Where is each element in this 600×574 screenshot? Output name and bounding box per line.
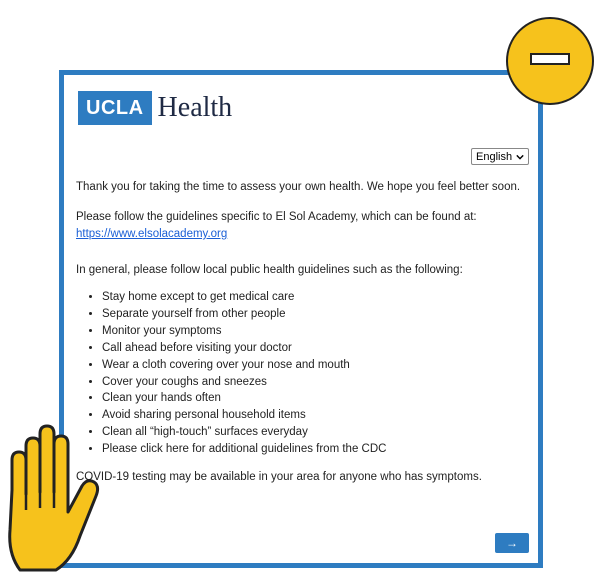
list-item: Call ahead before visiting your doctor [102,340,386,357]
list-item: Wear a cloth covering over your nose and… [102,357,386,374]
guidelines-paragraph: Please follow the guidelines specific to… [76,209,477,243]
raised-hand-icon [8,424,100,572]
language-select-value: English [476,150,513,163]
guidelines-text: Please follow the guidelines specific to… [76,211,477,223]
minus-circle-icon[interactable] [506,17,594,105]
next-button[interactable]: → [495,533,529,553]
list-item: Cover your coughs and sneezes [102,374,386,391]
logo-word: Health [157,92,233,123]
form-panel: UCLA Health English Thank you for taking… [59,70,543,568]
guidelines-link[interactable]: https://www.elsolacademy.org [76,228,227,240]
list-item: Monitor your symptoms [102,323,386,340]
list-item: Stay home except to get medical care [102,289,386,306]
language-select[interactable]: English [471,148,529,165]
list-item: Clean all “high-touch” surfaces everyday [102,424,386,441]
minus-bar [530,53,570,65]
list-item: Clean your hands often [102,390,386,407]
guidelines-list: Stay home except to get medical care Sep… [76,289,386,458]
list-item: Separate yourself from other people [102,306,386,323]
list-item-cdc-link[interactable]: Please click here for additional guideli… [102,441,386,458]
general-text: In general, please follow local public h… [76,264,463,276]
list-item: Avoid sharing personal household items [102,407,386,424]
logo-box: UCLA [78,91,152,125]
intro-text: Thank you for taking the time to assess … [76,181,521,193]
arrow-right-icon: → [506,536,518,550]
ucla-health-logo: UCLA Health [78,91,232,125]
testing-text: COVID-19 testing may be available in you… [76,471,482,483]
chevron-down-icon [516,154,524,160]
